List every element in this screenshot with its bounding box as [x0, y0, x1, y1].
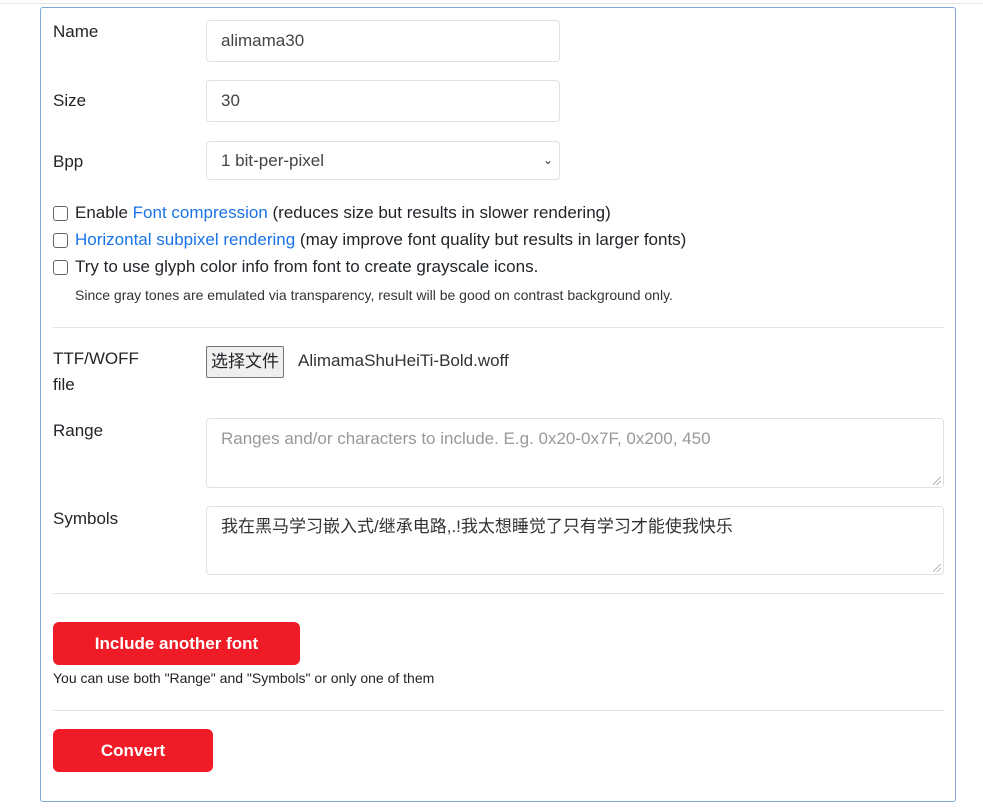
symbols-textarea[interactable]: 我在黑马学习嵌入式/继承电路,.!我太想睡觉了只有学习才能使我快乐 [206, 506, 944, 575]
divider [53, 327, 944, 328]
include-hint: You can use both "Range" and "Symbols" o… [53, 670, 435, 686]
compression-label: Enable Font compression (reduces size bu… [75, 201, 611, 225]
divider [53, 593, 944, 594]
file-label-line2: file [53, 375, 75, 394]
range-placeholder: Ranges and/or characters to include. E.g… [221, 429, 711, 448]
resize-handle[interactable] [933, 564, 941, 572]
symbols-value: 我在黑马学习嵌入式/继承电路,.!我太想睡觉了只有学习才能使我快乐 [221, 517, 733, 536]
top-divider [0, 3, 983, 4]
chevron-down-icon: ⌄ [542, 153, 553, 167]
name-input[interactable]: alimama30 [206, 20, 560, 62]
choose-file-button[interactable]: 选择文件 [206, 346, 284, 378]
compression-post-text: (reduces size but results in slower rend… [267, 203, 611, 222]
subpixel-label: Horizontal subpixel rendering (may impro… [75, 228, 686, 252]
convert-button[interactable]: Convert [53, 729, 213, 772]
subpixel-link[interactable]: Horizontal subpixel rendering [75, 230, 295, 249]
bpp-label: Bpp [53, 152, 84, 171]
size-label: Size [53, 91, 87, 110]
size-input[interactable]: 30 [206, 80, 560, 122]
glyph-color-checkbox[interactable] [53, 260, 68, 275]
include-another-font-button[interactable]: Include another font [53, 622, 300, 665]
range-label: Range [53, 421, 104, 440]
file-name: AlimamaShuHeiTi-Bold.woff [298, 351, 509, 370]
bpp-value: 1 bit-per-pixel [221, 151, 324, 170]
file-label-line1: TTF/WOFF [53, 349, 139, 368]
bpp-select[interactable]: 1 bit-per-pixel ⌄ [206, 141, 560, 180]
subpixel-checkbox[interactable] [53, 233, 68, 248]
subpixel-post-text: (may improve font quality but results in… [295, 230, 687, 249]
resize-handle[interactable] [933, 477, 941, 485]
symbols-label: Symbols [53, 509, 119, 528]
divider [53, 710, 944, 711]
compression-pre-text: Enable [75, 203, 133, 222]
compression-checkbox[interactable] [53, 206, 68, 221]
glyph-color-label: Try to use glyph color info from font to… [75, 257, 539, 276]
range-textarea[interactable]: Ranges and/or characters to include. E.g… [206, 418, 944, 488]
name-label: Name [53, 22, 99, 41]
font-compression-link[interactable]: Font compression [133, 203, 268, 222]
glyph-color-hint: Since gray tones are emulated via transp… [75, 287, 673, 303]
